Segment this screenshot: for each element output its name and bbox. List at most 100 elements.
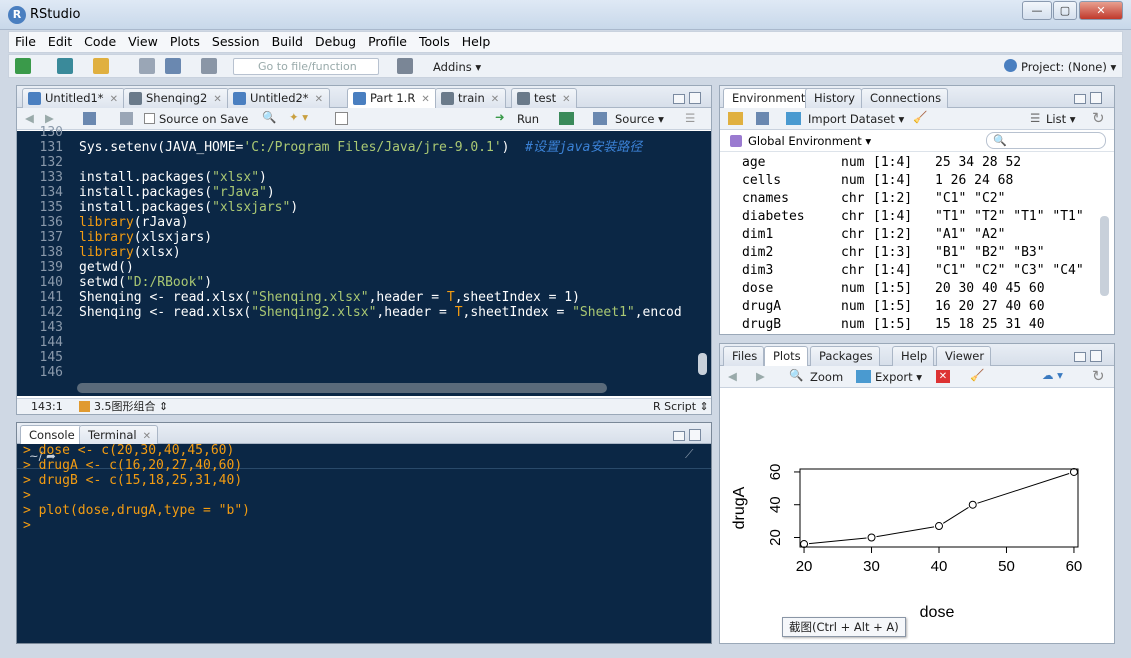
- new-project-icon[interactable]: [57, 58, 73, 74]
- maximize-plots-icon[interactable]: [1090, 350, 1102, 362]
- console-output[interactable]: ~/ ➦ ⟋ > dose <- c(20,30,40,45,60) > drug…: [17, 443, 711, 643]
- section-menu[interactable]: 3.5图形组合 ⇕: [94, 399, 168, 414]
- remove-plot-icon[interactable]: ✕: [936, 370, 950, 383]
- editor-tab[interactable]: Untitled2* ✕: [227, 88, 330, 108]
- zoom-icon[interactable]: 🔍: [789, 368, 803, 382]
- minimize-console-icon[interactable]: [673, 431, 685, 441]
- rerun-icon[interactable]: [559, 112, 574, 125]
- new-file-icon[interactable]: [15, 58, 31, 74]
- open-file-icon[interactable]: [93, 58, 109, 74]
- maximize-pane-icon[interactable]: [689, 92, 701, 104]
- clear-all-plots-icon[interactable]: 🧹: [970, 368, 984, 382]
- minimize-button[interactable]: —: [1022, 1, 1052, 20]
- close-tab-icon[interactable]: ✕: [562, 94, 570, 105]
- tab-viewer[interactable]: Viewer: [936, 346, 992, 366]
- tab-help[interactable]: Help: [892, 346, 935, 366]
- run-icon[interactable]: ➜: [495, 110, 505, 124]
- tab-console[interactable]: Console: [20, 425, 82, 445]
- minimize-plots-icon[interactable]: [1074, 352, 1086, 362]
- environment-row[interactable]: cnames chr [1:2] "C1" "C2": [742, 190, 1098, 208]
- goto-file-input[interactable]: Go to file/function: [233, 58, 379, 75]
- horizontal-scroll-thumb[interactable]: [77, 383, 607, 393]
- zoom-button[interactable]: Zoom: [810, 370, 843, 384]
- close-tab-icon[interactable]: ✕: [491, 94, 499, 105]
- code-editor[interactable]: 130 131 132 133 134 135 136 137 138 139 140 141 142 1…: [17, 125, 695, 393]
- menu-edit[interactable]: Edit: [42, 32, 78, 52]
- environment-search-input[interactable]: 🔍: [986, 132, 1106, 149]
- view-mode-menu[interactable]: List ▾: [1046, 112, 1076, 126]
- save-all-icon[interactable]: [165, 58, 181, 74]
- compile-report-icon[interactable]: [335, 112, 348, 125]
- search-icon[interactable]: 🔍: [262, 110, 276, 124]
- editor-tab[interactable]: Part 1.R ✕: [347, 88, 437, 108]
- tab-environment[interactable]: Environment: [723, 88, 813, 108]
- magic-wand-icon[interactable]: ✦ ▾: [289, 110, 308, 124]
- refresh-plot-icon[interactable]: ↻: [1092, 367, 1105, 385]
- editor-tab[interactable]: test ✕: [511, 88, 578, 108]
- tab-plots[interactable]: Plots: [764, 346, 808, 366]
- workspace-panes-icon[interactable]: [397, 58, 413, 74]
- clear-console-icon[interactable]: ⟋: [685, 447, 693, 462]
- tab-packages[interactable]: Packages: [810, 346, 880, 366]
- tab-history[interactable]: History: [805, 88, 862, 108]
- publish-icon[interactable]: ☁ ▾: [1042, 368, 1063, 382]
- environment-row[interactable]: drugA num [1:5] 16 20 27 40 60: [742, 298, 1098, 316]
- environment-row[interactable]: age num [1:4] 25 34 28 52: [742, 154, 1098, 172]
- environment-row[interactable]: diabetes chr [1:4] "T1" "T2" "T1" "T1": [742, 208, 1098, 226]
- maximize-environment-icon[interactable]: [1090, 92, 1102, 104]
- menu-help[interactable]: Help: [456, 32, 497, 52]
- environment-row[interactable]: dim2 chr [1:3] "B1" "B2" "B3": [742, 244, 1098, 262]
- refresh-icon[interactable]: ↻: [1092, 109, 1105, 127]
- clear-objects-icon[interactable]: 🧹: [913, 110, 927, 124]
- next-plot-icon[interactable]: ▶: [756, 369, 765, 383]
- editor-tab[interactable]: Shenqing2 ✕: [123, 88, 229, 108]
- back-arrow-icon[interactable]: ◀: [25, 111, 34, 125]
- menu-profile[interactable]: Profile: [362, 32, 413, 52]
- maximize-console-icon[interactable]: [689, 429, 701, 441]
- vertical-scrollbar[interactable]: [698, 353, 707, 375]
- editor-tab[interactable]: Untitled1* ✕: [22, 88, 125, 108]
- menu-tools[interactable]: Tools: [413, 32, 456, 52]
- previous-plot-icon[interactable]: ◀: [728, 369, 737, 383]
- close-tab-icon[interactable]: ✕: [213, 94, 221, 105]
- tab-terminal[interactable]: Terminal ✕: [79, 425, 158, 445]
- addins-menu[interactable]: Addins ▾: [433, 60, 481, 74]
- import-dataset-button[interactable]: Import Dataset ▾: [808, 112, 904, 126]
- show-in-window-icon[interactable]: [83, 112, 96, 125]
- close-tab-icon[interactable]: ✕: [110, 94, 118, 105]
- source-icon[interactable]: [593, 112, 607, 125]
- environment-row[interactable]: dose num [1:5] 20 30 40 45 60: [742, 280, 1098, 298]
- import-dataset-icon[interactable]: [786, 112, 801, 125]
- save-icon[interactable]: [139, 58, 155, 74]
- source-button[interactable]: Source ▾: [615, 112, 664, 126]
- filetype-menu[interactable]: R Script ⇕: [653, 399, 709, 414]
- export-icon[interactable]: [856, 370, 871, 383]
- environment-scope-menu[interactable]: Global Environment ▾: [748, 134, 871, 148]
- minimize-environment-icon[interactable]: [1074, 94, 1086, 104]
- minimize-pane-icon[interactable]: [673, 94, 685, 104]
- menu-session[interactable]: Session: [206, 32, 266, 52]
- menu-plots[interactable]: Plots: [164, 32, 206, 52]
- save-workspace-icon[interactable]: [756, 112, 769, 125]
- tab-files[interactable]: Files: [723, 346, 765, 366]
- run-button[interactable]: Run: [517, 112, 539, 126]
- project-menu[interactable]: Project: (None) ▾: [1021, 60, 1116, 74]
- close-window-button[interactable]: ✕: [1079, 1, 1123, 20]
- environment-row[interactable]: drugB num [1:5] 15 18 25 31 40: [742, 316, 1098, 334]
- maximize-button[interactable]: ▢: [1053, 1, 1077, 20]
- editor-tab[interactable]: train ✕: [435, 88, 507, 108]
- list-view-icon[interactable]: ☰: [1030, 111, 1040, 125]
- environment-row[interactable]: dim3 chr [1:4] "C1" "C2" "C3" "C4": [742, 262, 1098, 280]
- export-menu[interactable]: Export ▾: [875, 370, 922, 384]
- print-icon[interactable]: [201, 58, 217, 74]
- forward-arrow-icon[interactable]: ▶: [45, 111, 54, 125]
- menu-code[interactable]: Code: [78, 32, 122, 52]
- close-tab-icon[interactable]: ✕: [315, 94, 323, 105]
- save-file-icon[interactable]: [120, 112, 133, 125]
- environment-scrollbar[interactable]: [1100, 216, 1109, 296]
- menu-file[interactable]: File: [9, 32, 42, 52]
- menu-view[interactable]: View: [122, 32, 164, 52]
- menu-debug[interactable]: Debug: [309, 32, 362, 52]
- close-tab-icon[interactable]: ✕: [421, 94, 429, 105]
- tab-connections[interactable]: Connections: [861, 88, 949, 108]
